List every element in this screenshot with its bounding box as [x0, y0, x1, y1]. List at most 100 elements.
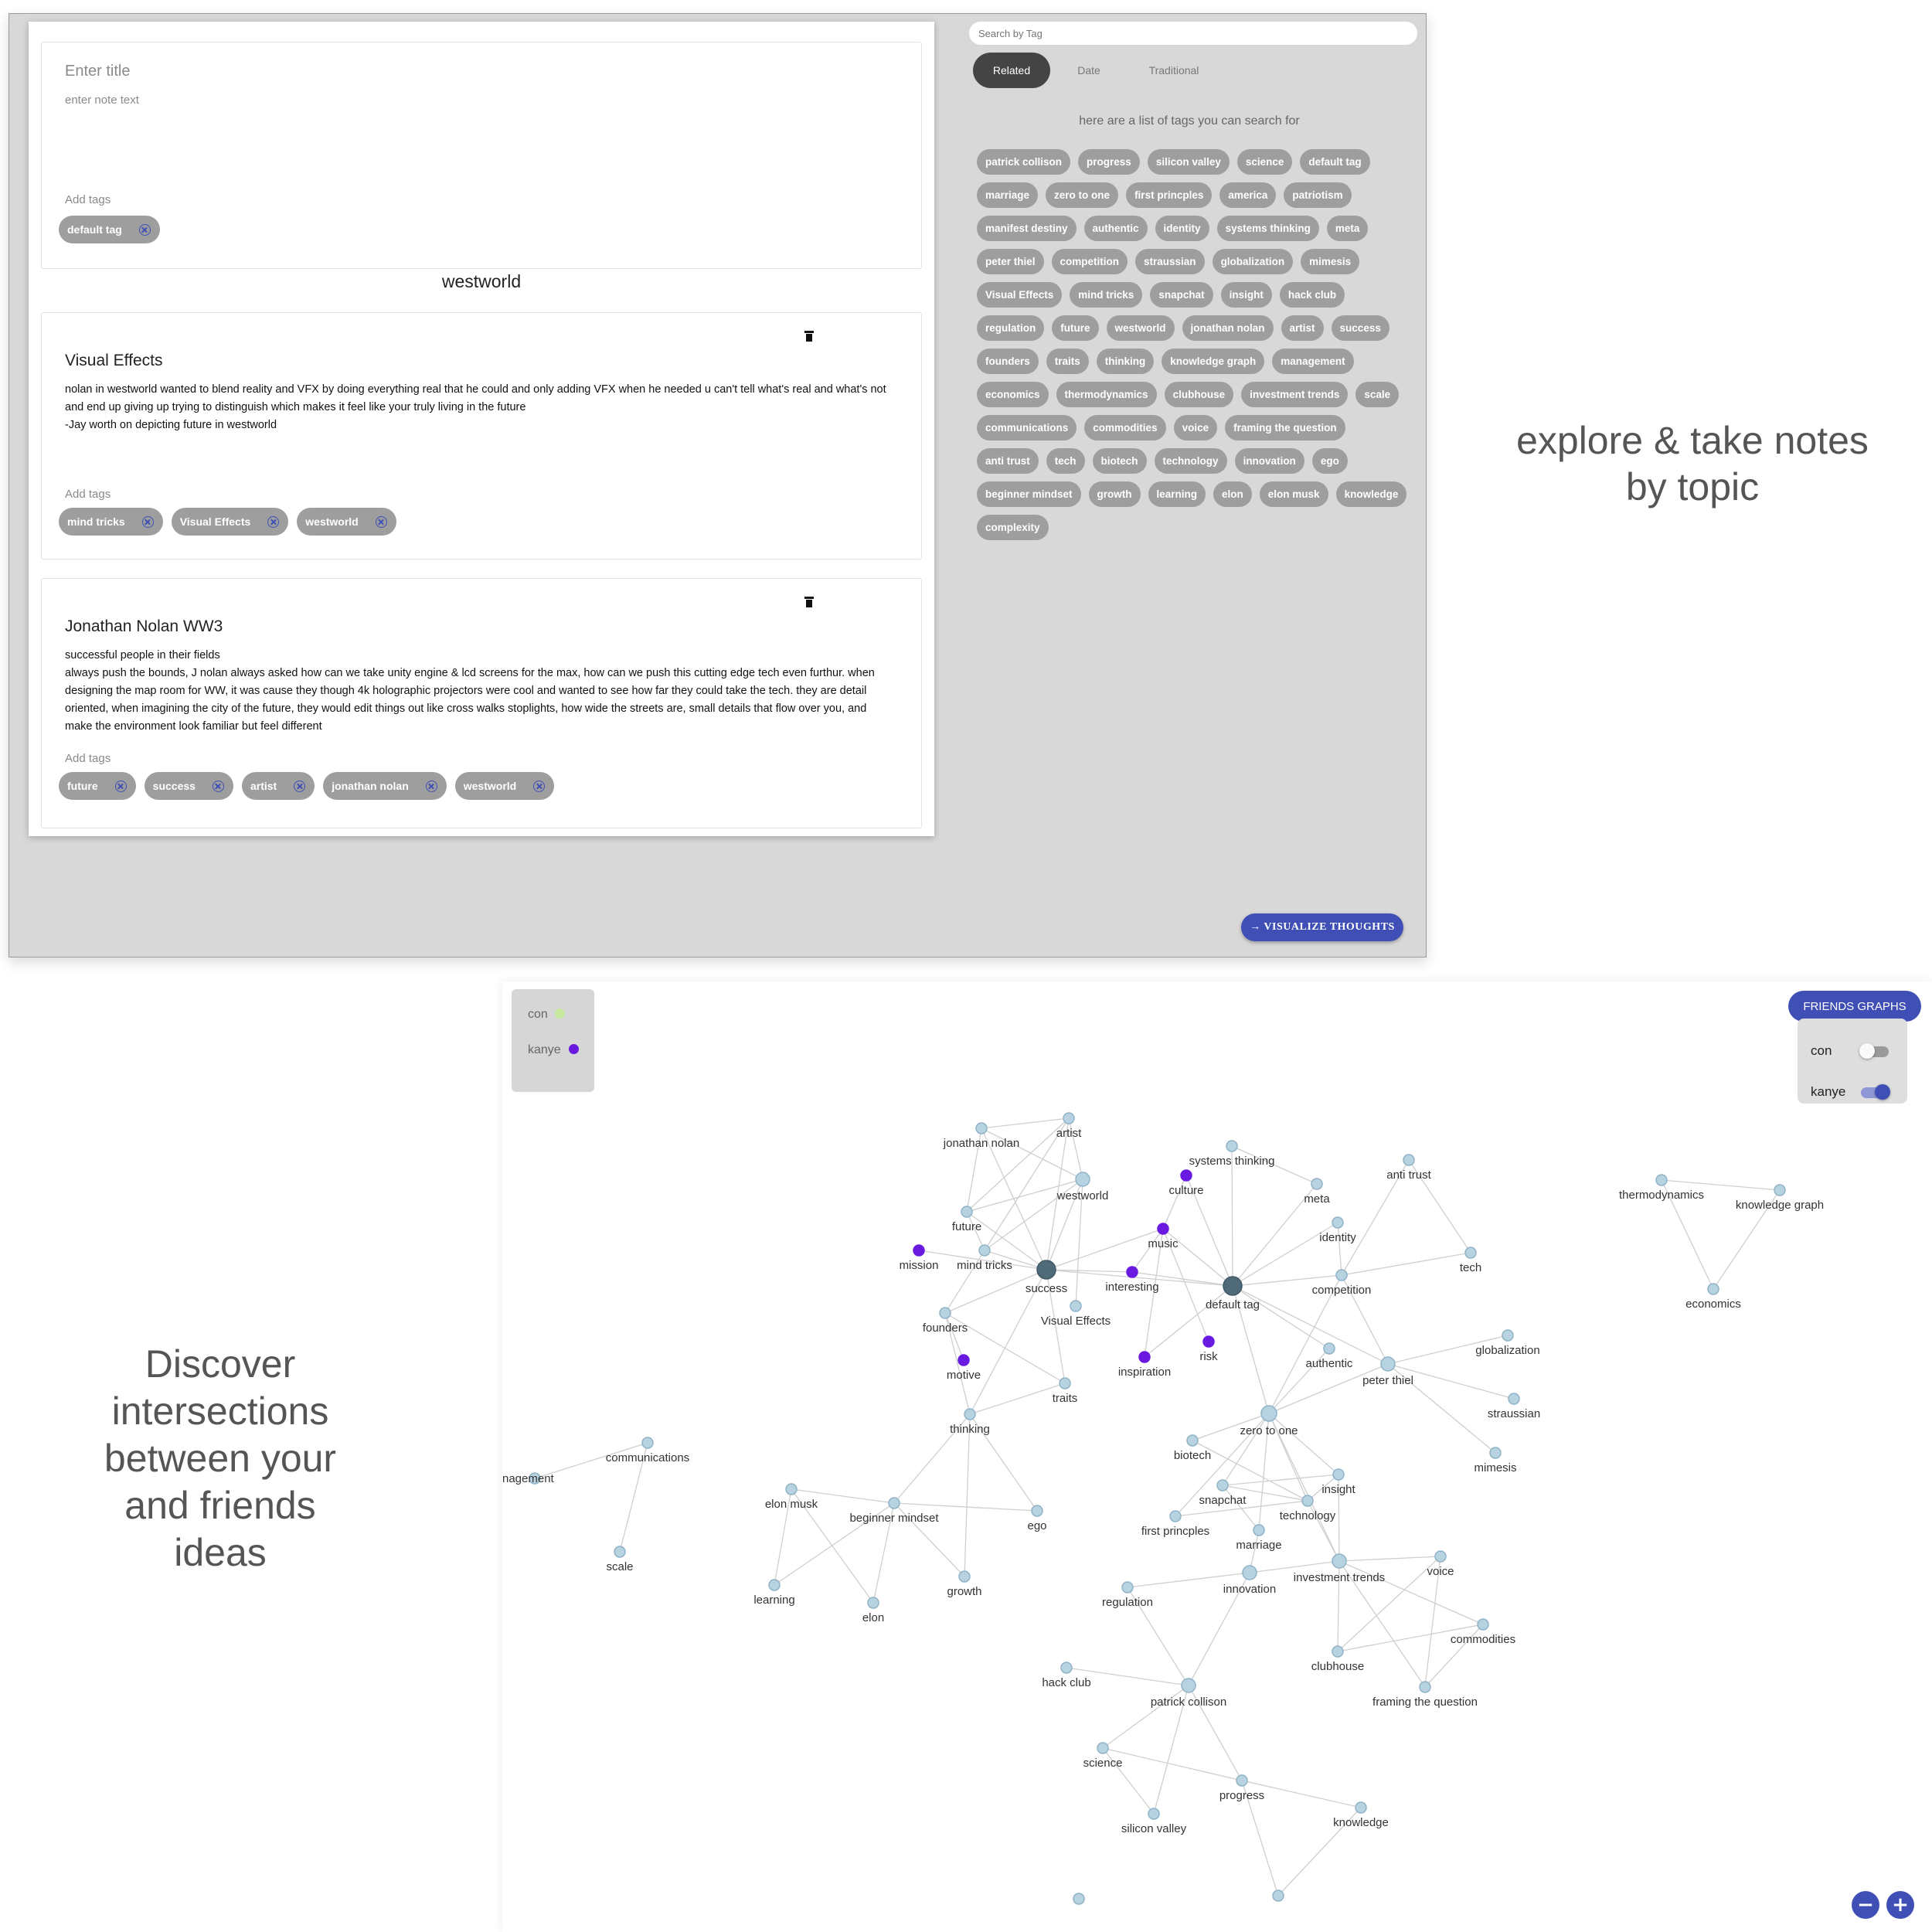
graph-node[interactable] — [1075, 1172, 1090, 1187]
tag-cloud-chip[interactable]: insight — [1220, 282, 1272, 308]
graph-node[interactable] — [867, 1597, 879, 1609]
tag-cloud-chip[interactable]: biotech — [1092, 448, 1147, 474]
graph-node[interactable] — [1253, 1524, 1265, 1536]
tag-cloud-chip[interactable]: identity — [1155, 216, 1209, 241]
tag-cloud-chip[interactable]: mimesis — [1301, 249, 1360, 274]
tag-cloud-chip[interactable]: manifest destiny — [977, 216, 1077, 241]
tag-cloud-chip[interactable]: elon — [1213, 481, 1252, 507]
tag-cloud-chip[interactable]: knowledge graph — [1162, 349, 1265, 374]
graph-node[interactable] — [1126, 1266, 1138, 1278]
tag-cloud-chip[interactable]: tech — [1046, 448, 1085, 474]
tag-chip[interactable]: jonathan nolan — [323, 772, 447, 800]
remove-tag-icon[interactable] — [267, 515, 280, 528]
graph-node[interactable] — [768, 1579, 781, 1591]
remove-tag-icon[interactable] — [533, 780, 546, 792]
tag-cloud-chip[interactable]: anti trust — [977, 448, 1039, 474]
tag-cloud-chip[interactable]: hack club — [1279, 282, 1345, 308]
tag-cloud-chip[interactable]: thinking — [1096, 349, 1155, 374]
graph-node[interactable] — [1335, 1269, 1348, 1281]
graph-node[interactable] — [913, 1244, 925, 1257]
graph-node[interactable] — [975, 1122, 988, 1134]
graph-node[interactable] — [1223, 1276, 1243, 1296]
tag-cloud-chip[interactable]: globalization — [1212, 249, 1294, 274]
tag-cloud-chip[interactable]: scale — [1355, 382, 1400, 407]
tag-cloud-chip[interactable]: learning — [1148, 481, 1206, 507]
trash-icon[interactable] — [804, 597, 814, 607]
toggle-thumb[interactable] — [1859, 1043, 1875, 1059]
zoom-out-button[interactable]: − — [1852, 1891, 1879, 1919]
tag-cloud-chip[interactable]: meta — [1326, 216, 1369, 241]
remove-tag-icon[interactable] — [114, 780, 127, 792]
tag-cloud-chip[interactable]: growth — [1088, 481, 1141, 507]
tag-cloud-chip[interactable]: mind tricks — [1070, 282, 1143, 308]
tag-chip[interactable]: success — [144, 772, 233, 800]
graph-node[interactable] — [958, 1570, 971, 1583]
tag-cloud-chip[interactable]: beginner mindset — [977, 481, 1081, 507]
tag-cloud-chip[interactable]: regulation — [977, 315, 1045, 341]
graph-node[interactable] — [1202, 1335, 1215, 1348]
graph-node[interactable] — [1157, 1223, 1169, 1235]
tag-cloud-chip[interactable]: elon musk — [1259, 481, 1328, 507]
toggle-thumb[interactable] — [1875, 1084, 1890, 1100]
graph-node[interactable] — [1070, 1300, 1082, 1312]
knowledge-graph[interactable]: jonathan nolan artist westworld future mind … — [502, 981, 1932, 1932]
tag-chip[interactable]: westworld — [454, 772, 555, 800]
tag-chip[interactable]: Visual Effects — [171, 508, 289, 536]
trash-icon[interactable] — [804, 331, 814, 342]
graph-node[interactable] — [1419, 1681, 1431, 1693]
tag-cloud-chip[interactable]: founders — [977, 349, 1039, 374]
remove-tag-icon[interactable] — [425, 780, 437, 792]
friend-toggle-con[interactable] — [1859, 1043, 1889, 1059]
tag-cloud-chip[interactable]: patrick collison — [977, 149, 1071, 175]
tag-cloud-chip[interactable]: framing the question — [1225, 415, 1345, 440]
tag-cloud-chip[interactable]: peter thiel — [977, 249, 1044, 274]
tag-cloud-chip[interactable]: science — [1236, 149, 1293, 175]
remove-tag-icon[interactable] — [138, 223, 151, 236]
graph-node[interactable] — [1774, 1184, 1786, 1196]
graph-node[interactable] — [978, 1244, 991, 1257]
note-title-input[interactable]: Enter title — [65, 63, 130, 80]
remove-tag-icon[interactable] — [294, 780, 306, 792]
graph-node[interactable] — [957, 1354, 970, 1366]
graph-node[interactable] — [1063, 1112, 1075, 1124]
tag-cloud-chip[interactable]: voice — [1173, 415, 1218, 440]
tag-cloud-chip[interactable]: clubhouse — [1164, 382, 1234, 407]
tag-cloud-chip[interactable]: artist — [1281, 315, 1324, 341]
graph-node[interactable] — [1181, 1678, 1196, 1693]
tag-cloud-chip[interactable]: progress — [1078, 149, 1140, 175]
visualize-thoughts-button[interactable]: → VISUALIZE THOUGHTS — [1241, 913, 1403, 941]
tag-chip[interactable]: westworld — [297, 508, 396, 536]
add-tags-input[interactable]: Add tags — [65, 752, 111, 765]
graph-node[interactable] — [1260, 1405, 1277, 1422]
remove-tag-icon[interactable] — [375, 515, 387, 528]
graph-node[interactable] — [1236, 1774, 1248, 1787]
tag-cloud-chip[interactable]: commodities — [1084, 415, 1166, 440]
graph-node[interactable] — [1332, 1553, 1347, 1569]
graph-node[interactable] — [1272, 1889, 1284, 1902]
note-card[interactable]: Visual Effects nolan in westworld wanted… — [41, 312, 922, 560]
tag-cloud-chip[interactable]: complexity — [977, 515, 1049, 540]
tag-cloud-chip[interactable]: authentic — [1083, 216, 1148, 241]
graph-node[interactable] — [1216, 1479, 1229, 1492]
tag-chip[interactable]: artist — [241, 772, 315, 800]
graph-node[interactable] — [1332, 1216, 1344, 1229]
graph-node[interactable] — [1097, 1742, 1109, 1754]
remove-tag-icon[interactable] — [141, 515, 154, 528]
graph-node[interactable] — [1031, 1505, 1043, 1517]
tag-cloud-chip[interactable]: thermodynamics — [1056, 382, 1157, 407]
add-tags-input[interactable]: Add tags — [65, 193, 111, 206]
graph-node[interactable] — [1059, 1377, 1071, 1389]
graph-node[interactable] — [1036, 1260, 1056, 1280]
graph-node[interactable] — [1180, 1169, 1192, 1182]
graph-node[interactable] — [1242, 1565, 1257, 1580]
graph-node[interactable] — [888, 1497, 900, 1509]
graph-node[interactable] — [1301, 1495, 1314, 1507]
tag-cloud-chip[interactable]: communications — [977, 415, 1077, 440]
graph-node[interactable] — [1502, 1329, 1514, 1342]
graph-node[interactable] — [961, 1206, 973, 1218]
tag-cloud-chip[interactable]: marriage — [977, 182, 1039, 208]
tag-cloud-chip[interactable]: Visual Effects — [977, 282, 1063, 308]
graph-node[interactable] — [1464, 1247, 1477, 1259]
friends-graphs-button[interactable]: FRIENDS GRAPHS — [1788, 991, 1921, 1022]
zoom-in-button[interactable]: + — [1886, 1891, 1914, 1919]
